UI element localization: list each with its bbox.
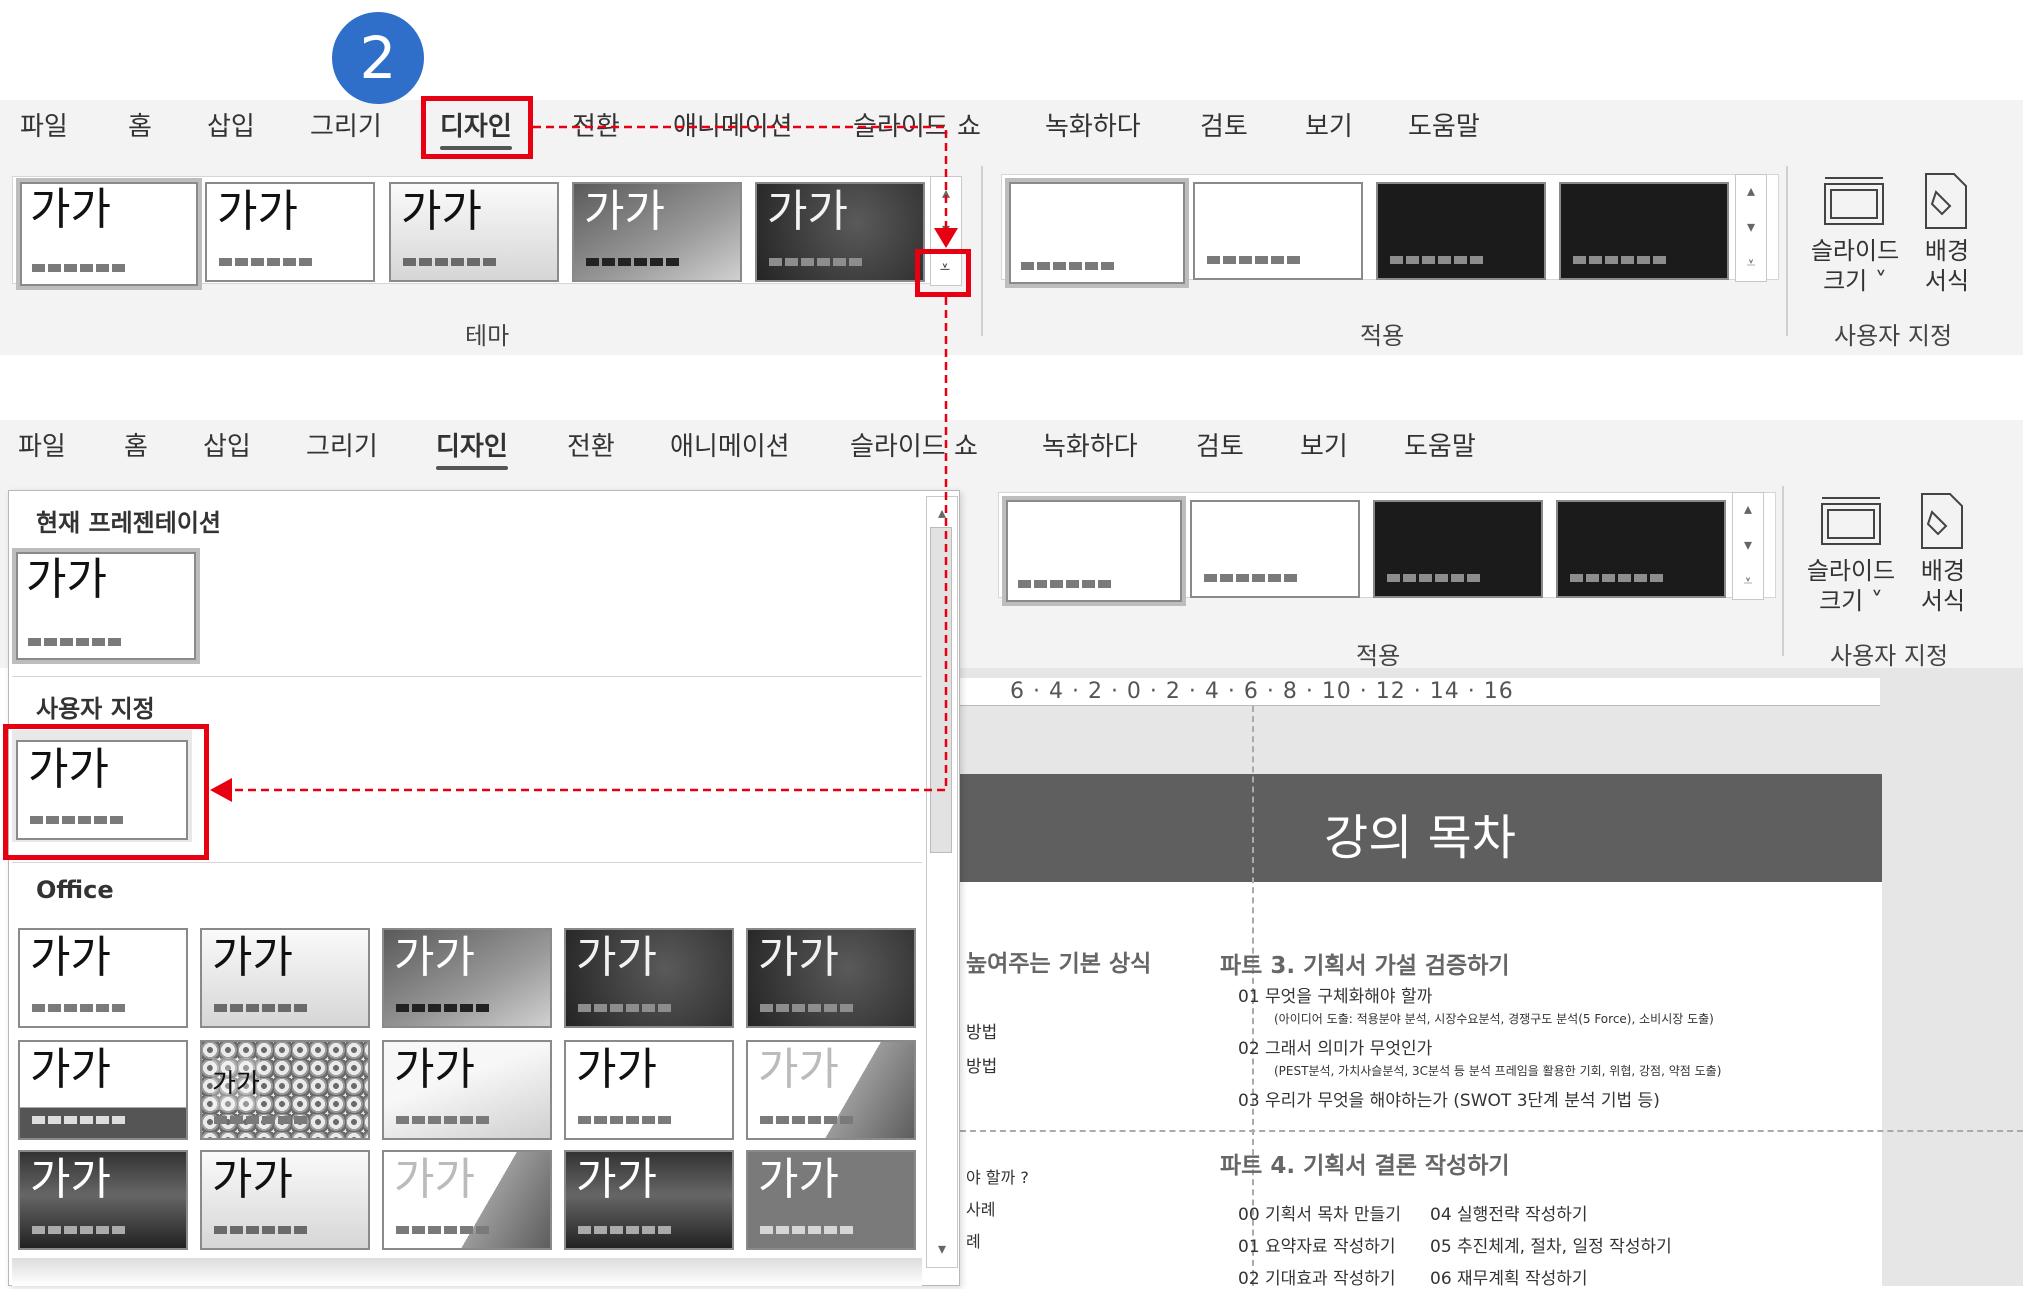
annotation-arrows (210, 125, 958, 802)
